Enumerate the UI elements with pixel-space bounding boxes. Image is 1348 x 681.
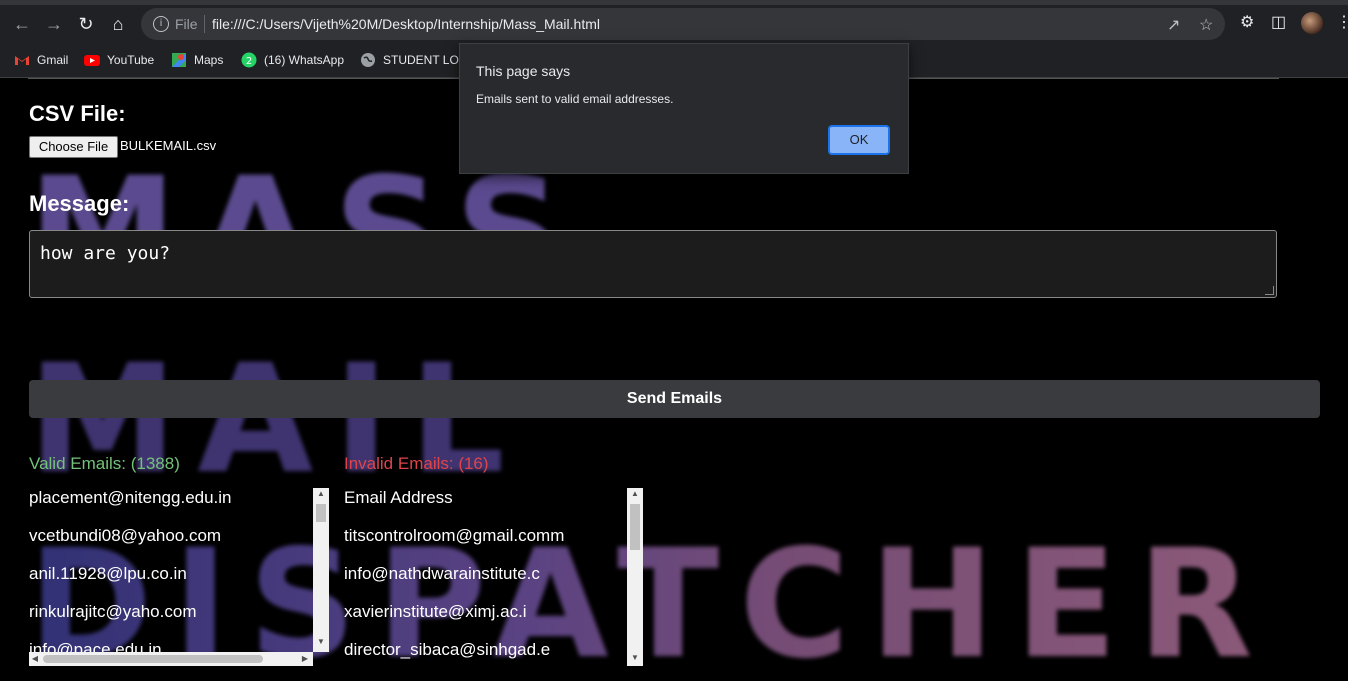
bookmark-gmail[interactable]: Gmail: [14, 52, 68, 68]
resize-handle[interactable]: [1265, 286, 1274, 295]
list-item: vcetbundi08@yahoo.com: [29, 526, 222, 545]
list-item: titscontrolroom@gmail.comm: [344, 526, 565, 545]
globe-icon: [360, 52, 376, 68]
tab-strip-edge: [0, 0, 1348, 5]
list-item: director_sibaca@sinhgad.e: [344, 640, 551, 659]
bookmark-label: YouTube: [107, 53, 155, 67]
message-text: how are you?: [40, 243, 171, 264]
list-item: xavierinstitute@ximj.ac.i: [344, 602, 527, 621]
dialog-message: Emails sent to valid email addresses.: [476, 92, 674, 106]
list-item: rinkulrajitc@yaho.com: [29, 602, 197, 621]
url-text[interactable]: file:///C:/Users/Vijeth%20M/Desktop/Inte…: [212, 16, 600, 32]
reload-icon[interactable]: ↻: [74, 12, 98, 36]
side-panel-icon[interactable]: ◫: [1271, 12, 1286, 32]
bookmark-label: (16) WhatsApp: [264, 53, 345, 67]
back-arrow-icon[interactable]: ←: [10, 12, 34, 36]
vertical-scrollbar[interactable]: ▲ ▼: [313, 488, 329, 652]
invalid-emails-list[interactable]: Email Address titscontrolroom@gmail.comm…: [344, 488, 644, 668]
divider: [204, 15, 205, 33]
message-label: Message:: [29, 191, 130, 216]
more-menu-icon[interactable]: ⋮: [1336, 12, 1348, 32]
bookmark-maps[interactable]: Maps: [171, 52, 223, 68]
gmail-icon: [14, 52, 30, 68]
share-icon[interactable]: ↗: [1167, 15, 1180, 35]
invalid-emails-heading: Invalid Emails: (16): [344, 454, 489, 473]
bookmark-label: STUDENT LOG: [383, 53, 469, 67]
list-item: placement@nitengg.edu.in: [29, 488, 232, 507]
scroll-thumb[interactable]: [43, 655, 263, 663]
bookmark-star-icon[interactable]: ☆: [1199, 15, 1213, 35]
ok-button[interactable]: OK: [828, 125, 890, 155]
alert-dialog: This page says Emails sent to valid emai…: [459, 43, 909, 174]
list-item: anil.11928@lpu.co.in: [29, 564, 187, 583]
scroll-left-icon[interactable]: ◀: [29, 652, 41, 666]
forward-arrow-icon[interactable]: →: [42, 12, 66, 36]
valid-emails-heading: Valid Emails: (1388): [29, 454, 180, 473]
scroll-down-icon[interactable]: ▼: [313, 636, 329, 648]
selected-file-name: BULKEMAIL.csv: [120, 138, 217, 153]
vertical-scrollbar[interactable]: ▲ ▼: [627, 488, 643, 666]
address-bar[interactable]: i File file:///C:/Users/Vijeth%20M/Deskt…: [141, 8, 1225, 40]
bookmark-label: Maps: [194, 53, 224, 67]
bookmark-whatsapp[interactable]: 2 (16) WhatsApp: [241, 52, 344, 68]
maps-icon: [171, 52, 187, 68]
whatsapp-icon: 2: [241, 52, 257, 68]
youtube-icon: [84, 52, 100, 68]
scroll-up-icon[interactable]: ▲: [313, 488, 329, 500]
send-emails-button[interactable]: Send Emails: [29, 380, 1320, 418]
bookmark-youtube[interactable]: YouTube: [84, 52, 154, 68]
extensions-icon[interactable]: ⚙: [1240, 12, 1254, 32]
scroll-down-icon[interactable]: ▼: [627, 652, 643, 664]
scroll-thumb[interactable]: [630, 504, 640, 550]
scroll-right-icon[interactable]: ▶: [299, 652, 311, 666]
svg-text:2: 2: [246, 56, 252, 67]
message-textarea[interactable]: how are you?: [29, 230, 1277, 298]
horizontal-scrollbar[interactable]: ◀ ▶: [29, 652, 313, 666]
csv-file-label: CSV File:: [29, 101, 126, 126]
bookmark-student-log[interactable]: STUDENT LOG: [360, 52, 468, 68]
profile-avatar[interactable]: [1301, 12, 1323, 34]
list-item: Email Address: [344, 488, 453, 507]
browser-toolbar: ← → ↻ ⌂ i File file:///C:/Users/Vijeth%2…: [0, 0, 1348, 46]
list-item: info@nathdwarainstitute.c: [344, 564, 540, 583]
home-icon[interactable]: ⌂: [106, 12, 130, 36]
scroll-up-icon[interactable]: ▲: [627, 488, 643, 500]
dialog-title: This page says: [476, 63, 571, 79]
info-icon[interactable]: i: [153, 16, 169, 32]
valid-emails-list[interactable]: placement@nitengg.edu.in vcetbundi08@yah…: [29, 488, 329, 668]
scheme-label: File: [175, 16, 198, 32]
bookmark-label: Gmail: [37, 53, 69, 67]
watermark-line-2: MAIL: [28, 333, 525, 507]
scroll-thumb[interactable]: [316, 504, 326, 522]
choose-file-button[interactable]: Choose File: [29, 136, 118, 158]
